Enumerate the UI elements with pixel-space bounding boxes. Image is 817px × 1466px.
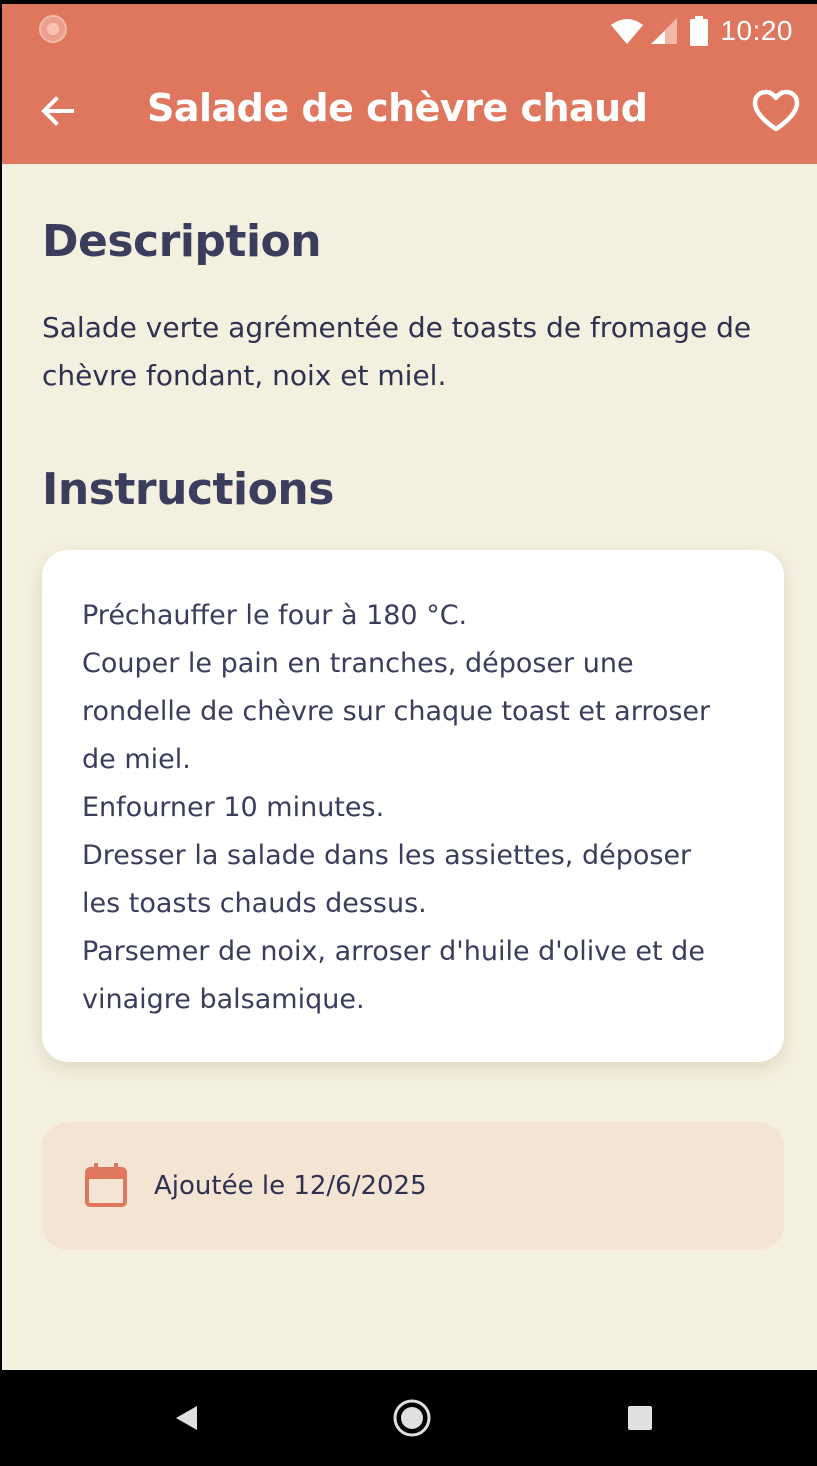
wifi-icon — [611, 19, 644, 44]
instruction-line: rondelle de chèvre sur chaque toast et a… — [82, 696, 711, 727]
nav-back-button[interactable] — [164, 1396, 208, 1440]
nav-home-button[interactable] — [390, 1396, 434, 1440]
app-bar: Salade de chèvre chaud — [2, 58, 817, 164]
app-screen: 10:20 Salade de chèvre chaud Description… — [2, 4, 817, 1466]
page-title: Salade de chèvre chaud — [147, 86, 648, 130]
signal-icon — [651, 18, 678, 44]
system-nav-bar — [2, 1370, 817, 1466]
status-time: 10:20 — [720, 15, 793, 46]
instruction-line: les toasts chauds dessus. — [82, 888, 427, 919]
favorite-button[interactable] — [749, 84, 803, 138]
nav-recents-button[interactable] — [618, 1396, 662, 1440]
instruction-line: de miel. — [82, 744, 191, 775]
added-date-text: Ajoutée le 12/6/2025 — [154, 1171, 427, 1201]
status-bar: 10:20 — [2, 4, 817, 58]
description-text: Salade verte agrémentée de toasts de fro… — [42, 311, 752, 392]
description-heading: Description — [42, 216, 322, 267]
back-triangle-icon — [176, 1406, 197, 1430]
instruction-line: Dresser la salade dans les assiettes, dé… — [82, 840, 692, 871]
heart-outline-icon — [752, 89, 800, 132]
battery-icon — [690, 16, 709, 46]
added-date-card: Ajoutée le 12/6/2025 — [42, 1122, 784, 1250]
instructions-heading: Instructions — [42, 464, 334, 515]
back-button[interactable] — [32, 86, 82, 136]
status-icons: 10:20 — [610, 14, 793, 48]
instruction-line: Parsemer de noix, arroser d'huile d'oliv… — [82, 936, 705, 967]
instruction-line: Enfourner 10 minutes. — [82, 792, 385, 823]
home-circle-icon — [393, 1399, 431, 1437]
recents-square-icon — [628, 1406, 652, 1430]
instruction-line: Couper le pain en tranches, déposer une — [82, 648, 634, 679]
calendar-icon — [85, 1163, 127, 1207]
instruction-line: vinaigre balsamique. — [82, 984, 365, 1015]
instructions-card: Préchauffer le four à 180 °C. Couper le … — [42, 550, 784, 1062]
arrow-back-icon — [41, 96, 74, 126]
instruction-line: Préchauffer le four à 180 °C. — [82, 600, 468, 631]
notification-dot-icon — [39, 15, 67, 43]
